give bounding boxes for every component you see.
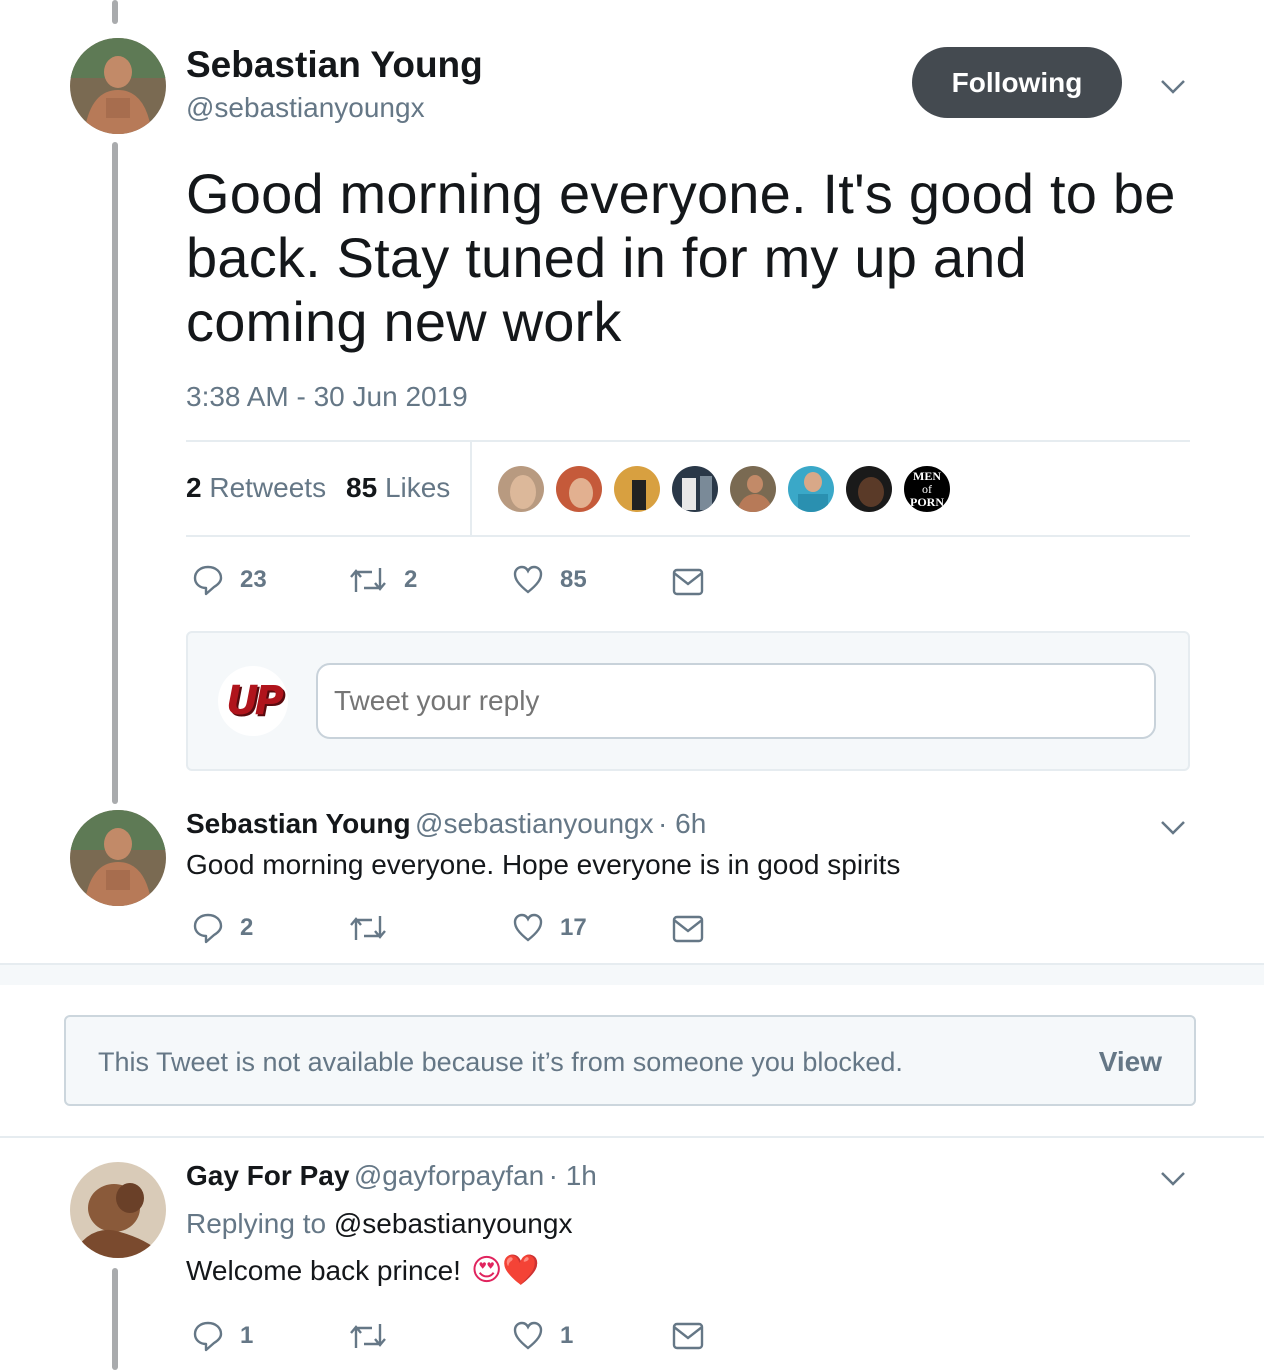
reply-author-handle[interactable]: @gayforpayfan	[354, 1160, 544, 1191]
reply-text: Good morning everyone. Hope everyone is …	[186, 849, 901, 880]
likes-stat[interactable]: 85 Likes	[346, 472, 450, 504]
liker-avatar[interactable]	[554, 464, 604, 514]
retweet-action[interactable]	[348, 1320, 404, 1352]
reply-count: 1	[240, 1322, 254, 1349]
reply-input[interactable]	[316, 663, 1156, 739]
tweet-text-line: back. Stay tuned in for my up and	[186, 226, 1027, 289]
current-user-avatar-logo: UP	[226, 678, 284, 724]
reply-time[interactable]: · 6h	[658, 808, 706, 839]
reply-author-name[interactable]: Sebastian Young	[186, 808, 411, 839]
liker-avatar[interactable]	[728, 464, 778, 514]
retweet-icon	[350, 568, 386, 592]
reply-author-handle[interactable]: @sebastianyoungx	[415, 808, 654, 839]
reply-header: Sebastian Young @sebastianyoungx · 6h	[186, 808, 706, 840]
dm-action[interactable]	[672, 1322, 704, 1350]
retweets-label: Retweets	[209, 472, 327, 503]
reply-text-content: Welcome back prince!	[186, 1254, 461, 1286]
emoji: 😍❤️	[470, 1253, 540, 1288]
thread-line-top	[112, 0, 118, 24]
following-button[interactable]: Following	[912, 47, 1122, 118]
liker-avatar[interactable]	[786, 464, 836, 514]
retweets-count: 2	[186, 472, 202, 503]
reply-icon	[193, 913, 223, 944]
liker-avatar[interactable]	[670, 464, 720, 514]
thread-line	[112, 142, 118, 804]
divider	[0, 1136, 1264, 1138]
reply-icon	[193, 1321, 223, 1352]
chevron-down-icon[interactable]	[1160, 819, 1186, 842]
like-count: 17	[560, 914, 587, 941]
reply-time[interactable]: · 1h	[549, 1160, 597, 1191]
tweet-text: Good morning everyone. It's good to be b…	[186, 162, 1196, 354]
reply-action[interactable]: 1	[192, 1320, 253, 1352]
retweet-count: 2	[404, 566, 418, 593]
thread-line-bottom	[112, 1268, 118, 1370]
retweet-icon	[350, 916, 386, 940]
divider	[186, 535, 1190, 537]
retweet-action[interactable]	[348, 912, 404, 944]
conversation-separator	[0, 963, 1264, 985]
reply-action[interactable]: 2	[192, 912, 253, 944]
replying-to-handle[interactable]: @sebastianyoungx	[334, 1208, 573, 1239]
replying-to-label: Replying to	[186, 1208, 327, 1239]
author-handle[interactable]: @sebastianyoungx	[186, 92, 425, 124]
like-count: 85	[560, 566, 587, 593]
chevron-down-icon[interactable]	[1160, 1170, 1186, 1193]
reply-author-avatar[interactable]	[70, 810, 166, 906]
envelope-icon	[672, 568, 704, 596]
reply-action[interactable]: 23	[192, 564, 267, 596]
envelope-icon	[672, 915, 704, 943]
reply-count: 23	[240, 566, 267, 593]
tweet-text-line: Good morning everyone. It's good to be	[186, 162, 1176, 225]
dm-action[interactable]	[672, 568, 704, 596]
like-count: 1	[560, 1322, 574, 1349]
blocked-notice-text: This Tweet is not available because it’s…	[98, 1047, 903, 1077]
like-action[interactable]: 85	[512, 564, 587, 596]
like-action[interactable]: 17	[512, 912, 587, 944]
tweet-timestamp[interactable]: 3:38 AM - 30 Jun 2019	[186, 381, 468, 413]
reply-text: Welcome back prince! 😍❤️	[186, 1253, 540, 1288]
liker-logo-text: of	[922, 481, 932, 496]
author-name[interactable]: Sebastian Young	[186, 44, 483, 86]
likes-label: Likes	[384, 472, 451, 503]
tweet-text-line: coming new work	[186, 290, 622, 353]
liker-logo-text: PORN	[910, 494, 944, 509]
like-action[interactable]: 1	[512, 1320, 573, 1352]
heart-icon	[513, 913, 543, 942]
heart-icon	[513, 565, 543, 594]
liker-logo-text: MEN	[913, 468, 941, 483]
liker-avatar[interactable]	[844, 464, 894, 514]
blocked-tweet-notice: This Tweet is not available because it’s…	[64, 1015, 1196, 1106]
reply-header: Gay For Pay @gayforpayfan · 1h	[186, 1160, 597, 1192]
author-avatar[interactable]	[70, 38, 166, 134]
chevron-down-icon[interactable]	[1160, 78, 1186, 101]
liker-avatar[interactable]	[612, 464, 662, 514]
stats-separator	[470, 442, 472, 536]
liker-avatar-men-of-porn[interactable]: MEN of PORN	[902, 464, 952, 514]
envelope-icon	[672, 1322, 704, 1350]
dm-action[interactable]	[672, 915, 704, 943]
replying-to: Replying to @sebastianyoungx	[186, 1208, 572, 1240]
retweet-icon	[350, 1324, 386, 1348]
view-blocked-link[interactable]: View	[1099, 1046, 1162, 1078]
reply-author-avatar[interactable]	[70, 1162, 166, 1258]
liker-avatar[interactable]	[496, 464, 546, 514]
current-user-avatar[interactable]: UP	[218, 666, 288, 736]
retweets-stat[interactable]: 2 Retweets	[186, 472, 326, 504]
reply-icon	[193, 565, 223, 596]
reply-author-name[interactable]: Gay For Pay	[186, 1160, 349, 1191]
heart-icon	[513, 1321, 543, 1350]
likes-count: 85	[346, 472, 378, 503]
retweet-action[interactable]: 2	[348, 564, 417, 596]
divider	[186, 440, 1190, 442]
reply-count: 2	[240, 914, 254, 941]
